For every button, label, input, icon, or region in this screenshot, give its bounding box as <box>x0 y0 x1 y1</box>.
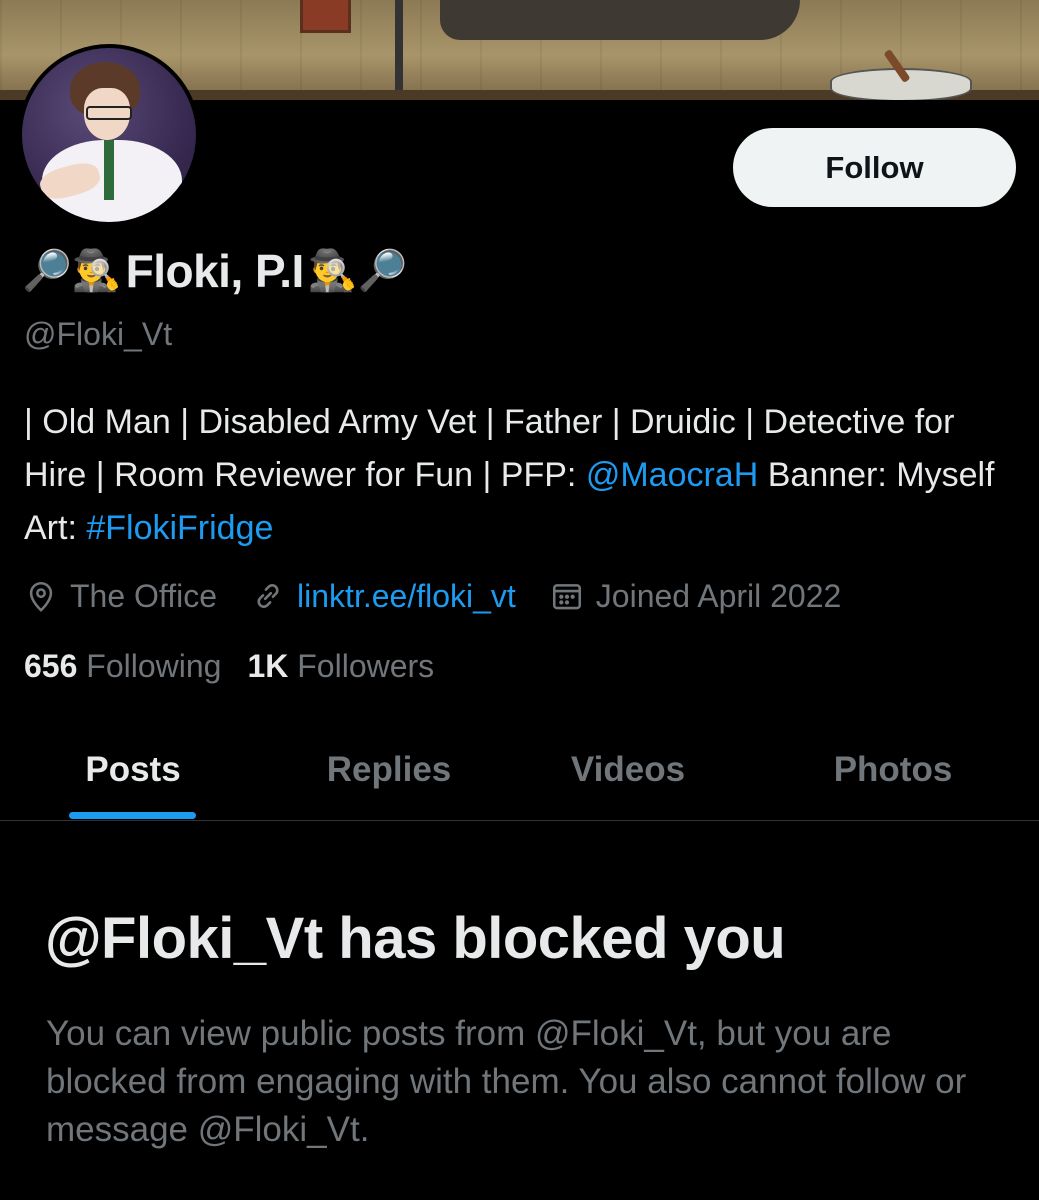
link-icon <box>257 584 279 608</box>
website-link[interactable]: linktr.ee/floki_vt <box>297 578 516 615</box>
detective-emoji-icon: 🕵️‍♂️ <box>307 249 358 293</box>
following-count: 656 <box>24 648 78 684</box>
display-name: Floki, P.I <box>125 245 305 297</box>
detective-emoji-icon: 🕵️‍♂️ <box>71 249 122 293</box>
tab-videos[interactable]: Videos <box>535 720 721 820</box>
followers-stat[interactable]: 1K Followers <box>247 648 434 685</box>
blocked-title: @Floki_Vt has blocked you <box>45 906 786 971</box>
following-label: Following <box>86 648 222 684</box>
active-tab-indicator <box>69 812 196 819</box>
profile-website[interactable]: linktr.ee/floki_vt <box>251 578 516 615</box>
magnifier-emoji-icon: 🔎 <box>357 249 408 293</box>
bio-hashtag-link[interactable]: #FlokiFridge <box>86 509 273 547</box>
profile-name-row: 🔎 🕵️‍♂️ Floki, P.I 🕵️‍♂️ 🔎 <box>22 240 407 302</box>
followers-label: Followers <box>297 648 435 684</box>
profile-tabs: Posts Replies Videos Photos <box>0 720 1039 821</box>
profile-joined: Joined April 2022 <box>550 577 842 615</box>
location-pin-icon <box>29 581 53 612</box>
followers-count: 1K <box>247 648 289 684</box>
banner-picture-frame <box>300 0 351 33</box>
banner-figure <box>440 0 800 40</box>
joined-text: Joined April 2022 <box>595 577 842 614</box>
bio-mention-link[interactable]: @MaocraH <box>586 456 758 494</box>
blocked-description: You can view public posts from @Floki_Vt… <box>46 1014 967 1149</box>
avatar-glasses <box>86 106 132 120</box>
profile-stats: 656 Following 1K Followers <box>24 648 460 685</box>
profile-handle: @Floki_Vt <box>24 316 173 352</box>
calendar-icon <box>552 584 581 610</box>
banner-lamp <box>385 0 413 99</box>
profile-location: The Office <box>24 578 217 615</box>
following-stat[interactable]: 656 Following <box>24 648 221 685</box>
profile-bio: | Old Man | Disabled Army Vet | Father |… <box>24 396 1014 555</box>
tab-posts[interactable]: Posts <box>40 720 226 820</box>
profile-meta: The Office linktr.ee/floki_vt Joined Apr… <box>24 574 875 618</box>
profile-avatar[interactable] <box>18 44 200 226</box>
tab-replies[interactable]: Replies <box>296 720 482 820</box>
magnifier-emoji-icon: 🔎 <box>22 249 72 293</box>
tab-photos[interactable]: Photos <box>800 720 986 820</box>
follow-button[interactable]: Follow <box>733 128 1016 207</box>
location-text: The Office <box>70 577 218 614</box>
avatar-tie <box>104 140 114 200</box>
